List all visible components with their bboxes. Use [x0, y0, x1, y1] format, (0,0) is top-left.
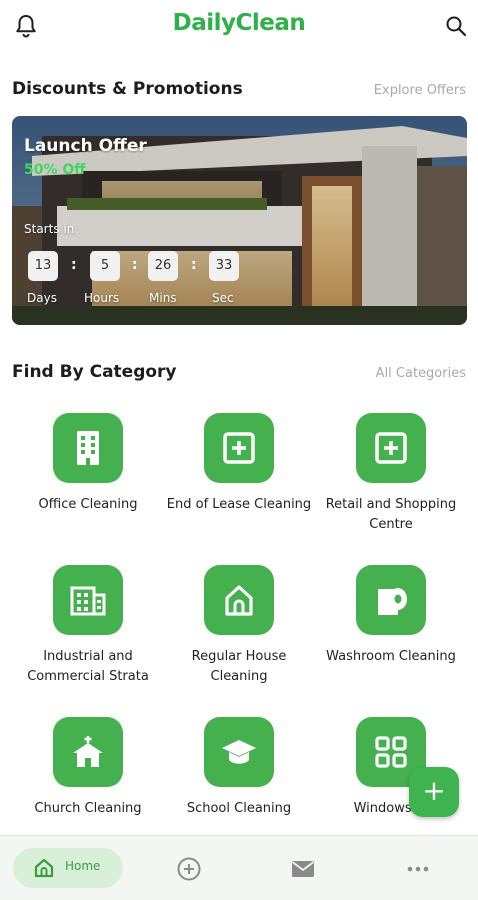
app-logo: DailyClean: [172, 10, 306, 36]
categories-header: Find By Category All Categories: [12, 362, 466, 386]
category-label: Office Cleaning: [38, 497, 138, 512]
category-label: End of Lease Cleaning: [166, 497, 312, 512]
graduation-cap-icon: [204, 717, 274, 787]
starts-in-label: Starts in: [24, 222, 75, 236]
category-washroom[interactable]: Washroom Cleaning: [315, 565, 467, 667]
nav-home-label: Home: [65, 859, 101, 873]
category-regular-house[interactable]: Regular House Cleaning: [163, 565, 315, 687]
countdown-mins: 26: [148, 251, 178, 281]
countdown-days: 13: [28, 251, 58, 281]
countdown-mins-label: Mins: [149, 291, 177, 305]
add-fab-button[interactable]: +: [409, 767, 459, 817]
promotions-header: Discounts & Promotions Explore Offers: [12, 79, 466, 103]
plus-box-icon: [204, 413, 274, 483]
home-icon: [34, 858, 54, 878]
countdown-separator: :: [71, 257, 77, 273]
countdown-hours-label: Hours: [84, 291, 120, 305]
countdown-separator: :: [132, 257, 138, 273]
category-church[interactable]: Church Cleaning: [12, 717, 164, 819]
explore-offers-link[interactable]: Explore Offers: [374, 83, 466, 98]
offer-discount: 50% Off: [24, 162, 86, 178]
category-school[interactable]: School Cleaning: [163, 717, 315, 819]
launch-offer-banner[interactable]: Launch Offer 50% Off Starts in 13 : 5 : …: [12, 116, 467, 325]
category-label: Church Cleaning: [34, 801, 142, 816]
nav-home-tab[interactable]: Home: [13, 848, 123, 888]
countdown-hours: 5: [90, 251, 120, 281]
category-label: Industrial and Commercial Strata: [27, 649, 149, 684]
apartment-building-icon: [53, 565, 123, 635]
plus-box-icon: [356, 413, 426, 483]
promotions-title: Discounts & Promotions: [12, 79, 243, 99]
category-label: Washroom Cleaning: [326, 649, 456, 664]
countdown-secs: 33: [209, 251, 239, 281]
bottom-nav: Home: [0, 835, 478, 900]
more-icon[interactable]: [405, 856, 431, 882]
office-building-icon: [53, 413, 123, 483]
all-categories-link[interactable]: All Categories: [376, 366, 466, 381]
church-icon: [53, 717, 123, 787]
category-label: Retail and Shopping Centre: [325, 497, 457, 532]
search-icon[interactable]: [444, 14, 468, 38]
app-header: DailyClean: [0, 0, 478, 52]
countdown-separator: :: [191, 257, 197, 273]
categories-title: Find By Category: [12, 362, 177, 382]
category-retail-shopping[interactable]: Retail and Shopping Centre: [315, 413, 467, 535]
mail-icon[interactable]: [290, 856, 316, 882]
countdown-days-label: Days: [27, 291, 57, 305]
category-label: Regular House Cleaning: [191, 649, 287, 684]
category-office-cleaning[interactable]: Office Cleaning: [12, 413, 164, 515]
toilet-paper-icon: [356, 565, 426, 635]
add-circle-icon[interactable]: [176, 856, 202, 882]
category-label: School Cleaning: [186, 801, 292, 816]
house-icon: [204, 565, 274, 635]
category-industrial-strata[interactable]: Industrial and Commercial Strata: [12, 565, 164, 687]
countdown-secs-label: Sec: [212, 291, 234, 305]
category-end-of-lease[interactable]: End of Lease Cleaning: [163, 413, 315, 515]
offer-title: Launch Offer: [24, 136, 147, 156]
